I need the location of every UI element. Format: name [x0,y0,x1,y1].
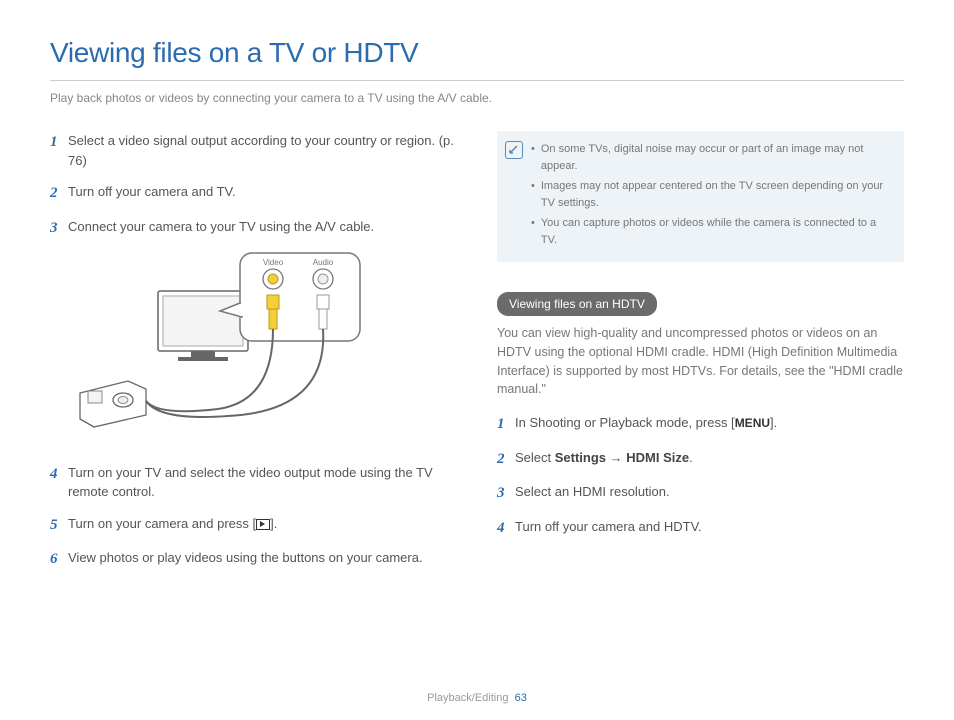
diagram-audio-label: Audio [313,258,334,267]
step-number: 4 [50,463,68,502]
step-number: 6 [50,548,68,571]
left-column: 1 Select a video signal output according… [50,131,457,583]
step-text: In Shooting or Playback mode, press [MEN… [515,413,904,436]
step-text: Turn on your TV and select the video out… [68,463,457,502]
step-text: Select an HDMI resolution. [515,482,904,505]
hdtv-section-heading: Viewing files on an HDTV [497,292,657,316]
note-callout: On some TVs, digital noise may occur or … [497,131,904,262]
step-2: 2 Turn off your camera and TV. [50,182,457,205]
menu-label: MENU [735,416,770,430]
page-title: Viewing files on a TV or HDTV [50,32,904,74]
av-connection-diagram: Video Audio [68,251,457,447]
playback-icon [256,519,270,530]
step-text: Select a video signal output according t… [68,131,457,170]
step-number: 1 [50,131,68,170]
av-steps: 1 Select a video signal output according… [50,131,457,239]
step-number: 2 [50,182,68,205]
note-item: Images may not appear centered on the TV… [531,178,892,211]
step-text: Turn off your camera and HDTV. [515,517,904,540]
step-text: View photos or play videos using the but… [68,548,457,571]
hdtv-step-2: 2 Select Settings → HDMI Size. [497,448,904,471]
note-item: On some TVs, digital noise may occur or … [531,141,892,174]
step-number: 5 [50,514,68,537]
step-6: 6 View photos or play videos using the b… [50,548,457,571]
hdtv-intro-text: You can view high-quality and uncompress… [497,324,904,399]
note-icon [505,141,523,159]
step-text: Turn on your camera and press []. [68,514,457,537]
step-1: 1 Select a video signal output according… [50,131,457,170]
page-footer: Playback/Editing 63 [0,690,954,707]
right-column: On some TVs, digital noise may occur or … [497,131,904,583]
hdtv-step-1: 1 In Shooting or Playback mode, press [M… [497,413,904,436]
step-number: 3 [50,217,68,240]
hdtv-step-3: 3 Select an HDMI resolution. [497,482,904,505]
step-text: Connect your camera to your TV using the… [68,217,457,240]
note-list: On some TVs, digital noise may occur or … [531,141,892,252]
diagram-video-label: Video [263,258,284,267]
step-number: 2 [497,448,515,471]
step-3: 3 Connect your camera to your TV using t… [50,217,457,240]
note-item: You can capture photos or videos while t… [531,215,892,248]
page-subtitle: Play back photos or videos by connecting… [50,89,904,107]
step-number: 3 [497,482,515,505]
step-number: 4 [497,517,515,540]
av-steps-continued: 4 Turn on your TV and select the video o… [50,463,457,571]
step-text: Select Settings → HDMI Size. [515,448,904,471]
note-icon-wrap [505,141,523,252]
step-4: 4 Turn on your TV and select the video o… [50,463,457,502]
step-number: 1 [497,413,515,436]
step-text: Turn off your camera and TV. [68,182,457,205]
hdtv-steps: 1 In Shooting or Playback mode, press [M… [497,413,904,539]
title-divider [50,80,904,81]
hdtv-step-4: 4 Turn off your camera and HDTV. [497,517,904,540]
content-columns: 1 Select a video signal output according… [50,131,904,583]
step-5: 5 Turn on your camera and press []. [50,514,457,537]
page-number: 63 [515,692,527,704]
footer-section: Playback/Editing [427,692,508,704]
